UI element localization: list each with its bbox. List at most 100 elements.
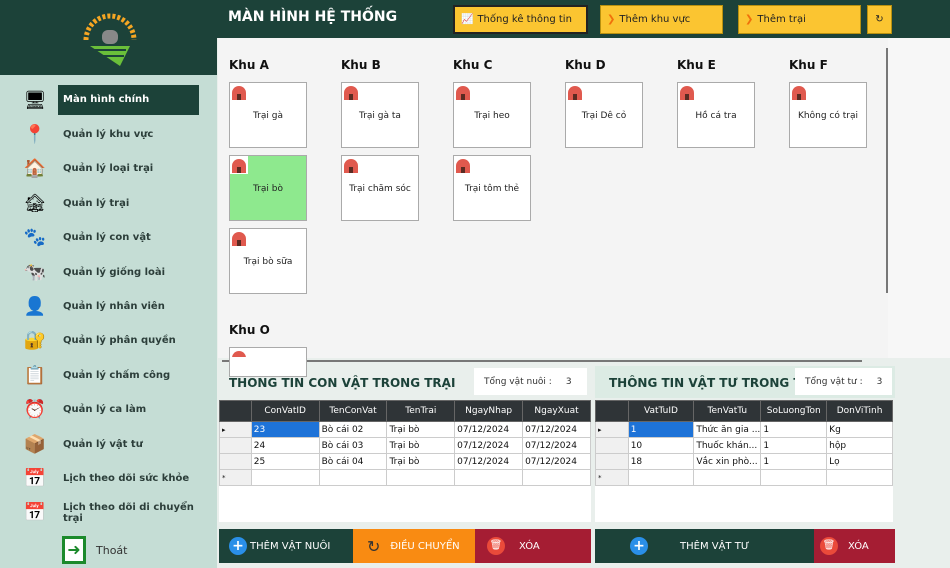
add-zone-button[interactable]: ❯ Thêm khu vực [600,5,723,34]
table-row[interactable]: 18 Vắc xin phò... 1 Lọ [595,453,893,470]
column-header[interactable]: NgayNhap [454,400,524,422]
sidebar-item-0[interactable]: 🖥 Màn hình chính [0,85,217,115]
table-cell[interactable]: Kg [826,421,893,438]
table-cell[interactable]: 07/12/2024 [454,421,524,438]
sidebar-item-10[interactable]: 📦 Quản lý vật tư [0,429,217,459]
table-cell[interactable]: Lọ [826,453,893,470]
delete-animal-button[interactable]: 🗑 XÓA [475,529,591,563]
table-cell[interactable]: 07/12/2024 [454,453,524,470]
table-cell[interactable] [386,469,456,486]
row-header[interactable]: ▸ [219,421,252,438]
transfer-button[interactable]: ↻ ĐIỀU CHUYỂN [353,529,475,563]
logout-button[interactable]: ➜ Thoát [62,536,127,564]
table-cell[interactable]: 07/12/2024 [454,437,524,454]
sidebar-item-11[interactable]: 📅 Lịch theo dõi sức khỏe [0,463,217,493]
sidebar-item-label: Quản lý giống loài [63,266,166,278]
sidebar-item-5[interactable]: 🐄 Quản lý giống loài [0,257,217,287]
horizontal-scrollbar[interactable] [222,360,862,362]
sidebar-item-3[interactable]: 🏚 Quản lý trại [0,188,217,218]
table-cell[interactable]: 07/12/2024 [522,437,591,454]
table-cell[interactable]: 1 [760,421,828,438]
table-cell[interactable] [627,469,695,486]
column-header[interactable]: NgayXuat [522,400,591,422]
table-cell[interactable]: Trại bò [386,437,456,454]
monitor-icon: 🖥 [23,89,47,111]
table-cell[interactable]: 1 [760,453,828,470]
table-cell[interactable] [760,469,828,486]
table-row[interactable]: ▸ 1 Thức ăn gia ... 1 Kg [595,421,893,438]
table-row[interactable]: 25 Bò cái 04 Trại bò 07/12/2024 07/12/2024 [219,453,591,470]
table-cell[interactable] [693,469,762,486]
table-cell[interactable]: Vắc xin phò... [693,453,762,470]
table-cell[interactable]: 1 [627,421,695,438]
table-cell[interactable]: 25 [250,453,320,470]
table-cell[interactable]: 23 [250,421,320,438]
column-header[interactable]: ConVatID [250,400,320,422]
table-cell[interactable]: Trại bò [386,421,456,438]
sidebar-item-7[interactable]: 🔐 Quản lý phân quyền [0,326,217,356]
animals-grid[interactable]: ConVatID TenConVat TenTrai NgayNhap NgayXuat… [219,400,591,486]
sidebar-item-2[interactable]: 🏠 Quản lý loại trại [0,154,217,184]
supplies-grid[interactable]: VatTuID TenVatTu SoLuongTon DonViTinh ▸ 1 Thức… [595,400,893,486]
notes-icon: 📋 [23,364,47,386]
row-header[interactable]: * [219,469,252,486]
table-cell[interactable]: Bò cái 02 [318,421,388,438]
row-header[interactable] [595,453,629,470]
column-header[interactable]: VatTuID [627,400,695,422]
sidebar-item-label: Màn hình chính [58,85,199,115]
column-header[interactable]: TenTrai [386,400,456,422]
table-row[interactable]: 10 Thuốc khán... 1 hộp [595,437,893,454]
sidebar-item-label: Quản lý phân quyền [63,335,176,347]
add-animal-button[interactable]: + THÊM VẬT NUÔI [219,529,353,563]
statistics-button[interactable]: 📈 Thống kê thông tin [453,5,588,34]
table-row[interactable]: 24 Bò cái 03 Trại bò 07/12/2024 07/12/2024 [219,437,591,454]
table-cell[interactable] [826,469,893,486]
column-header[interactable]: DonViTinh [826,400,893,422]
row-header[interactable] [595,437,629,454]
table-cell[interactable]: Thuốc khán... [693,437,762,454]
table-cell[interactable]: 10 [627,437,695,454]
new-row[interactable]: * [219,469,591,486]
table-cell[interactable] [522,469,591,486]
zone-label: Khu C [453,58,493,72]
header-row: ConVatID TenConVat TenTrai NgayNhap NgayXuat [219,400,591,422]
column-header[interactable]: TenConVat [318,400,388,422]
table-row[interactable]: ▸ 23 Bò cái 02 Trại bò 07/12/2024 07/12/2024 [219,421,591,438]
sidebar-item-8[interactable]: 📋 Quản lý chấm công [0,360,217,390]
add-farm-button[interactable]: ❯ Thêm trại [738,5,861,34]
table-cell[interactable] [318,469,388,486]
barn-icon [230,83,248,101]
row-header[interactable]: * [595,469,629,486]
column-header[interactable]: TenVatTu [693,400,762,422]
chevron-down-icon: ❯ [607,14,616,25]
sidebar-item-1[interactable]: 📍 Quản lý khu vực [0,119,217,149]
table-cell[interactable]: hộp [826,437,893,454]
sidebar-item-label: Quản lý con vật [63,232,151,244]
row-header[interactable]: ▸ [595,421,629,438]
corner-cell [219,400,252,422]
new-row[interactable]: * [595,469,893,486]
table-cell[interactable]: 18 [627,453,695,470]
table-cell[interactable]: 1 [760,437,828,454]
column-header[interactable]: SoLuongTon [760,400,828,422]
row-header[interactable] [219,453,252,470]
sidebar-item-9[interactable]: ⏰ Quản lý ca làm [0,395,217,425]
header-row: VatTuID TenVatTu SoLuongTon DonViTinh [595,400,893,422]
refresh-button[interactable]: ↻ [867,5,892,34]
add-supply-button[interactable]: + THÊM VẬT TƯ [595,529,814,563]
delete-supply-button[interactable]: 🗑 XÓA [814,529,895,563]
sidebar-item-4[interactable]: 🐾 Quản lý con vật [0,223,217,253]
table-cell[interactable]: Thức ăn gia ... [693,421,762,438]
table-cell[interactable]: Bò cái 04 [318,453,388,470]
plus-icon: + [630,537,648,555]
row-header[interactable] [219,437,252,454]
table-cell[interactable]: Bò cái 03 [318,437,388,454]
table-cell[interactable] [250,469,320,486]
table-cell[interactable] [454,469,524,486]
sidebar-item-12[interactable]: 📅 Lịch theo dõi di chuyển trại [0,498,217,528]
sidebar-item-6[interactable]: 👤 Quản lý nhân viên [0,291,217,321]
table-cell[interactable]: 07/12/2024 [522,421,591,438]
table-cell[interactable]: 07/12/2024 [522,453,591,470]
table-cell[interactable]: 24 [250,437,320,454]
table-cell[interactable]: Trại bò [386,453,456,470]
